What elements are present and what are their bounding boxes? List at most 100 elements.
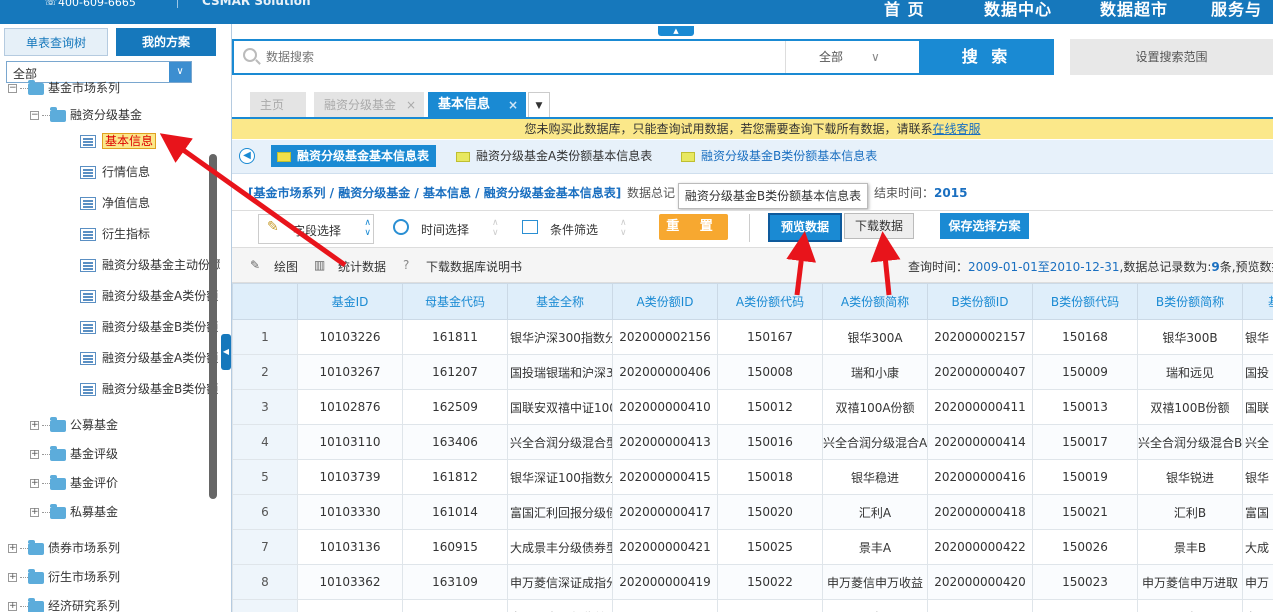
expand-icon[interactable]: + bbox=[8, 573, 17, 582]
column-header[interactable]: 基金ID bbox=[297, 283, 403, 320]
online-support-link[interactable]: 在线客服 bbox=[933, 122, 981, 136]
expand-icon[interactable]: + bbox=[8, 602, 17, 611]
collapse-header-toggle[interactable]: ▲ bbox=[658, 26, 694, 36]
tab-list-dropdown[interactable]: ▼ bbox=[528, 92, 550, 118]
subtab-b-share-table[interactable]: 融资分级基金B类份额基本信息表 bbox=[675, 145, 895, 167]
search-input[interactable] bbox=[266, 41, 776, 73]
search-scope-dropdown[interactable]: 全部 ∨ bbox=[785, 41, 919, 73]
table-row[interactable]: 2 10103267 161207 国投瑞银瑞和沪深3 202000000406 1500… bbox=[232, 354, 1273, 390]
statistics-button[interactable]: 统计数据 bbox=[338, 258, 386, 275]
folder-icon bbox=[50, 474, 66, 490]
expand-icon[interactable]: + bbox=[8, 544, 17, 553]
column-header[interactable]: A类份额代码 bbox=[717, 283, 823, 320]
folder-icon bbox=[28, 597, 44, 612]
tree-node-fund-evaluation[interactable]: + 基金评价 bbox=[30, 473, 210, 493]
tree-node-economic-research[interactable]: + 经济研究系列 bbox=[8, 596, 208, 612]
stepper-icon[interactable]: ∧ ∨ bbox=[620, 218, 627, 238]
column-header[interactable]: B类份额代码 bbox=[1032, 283, 1138, 320]
tree-leaf-b-share-1[interactable]: 融资分级基金B类份额 bbox=[80, 317, 220, 337]
table-row[interactable]: 910103400161015富国天丰强化收益20200000042315002… bbox=[232, 599, 1273, 612]
tree-node-private-fund[interactable]: + 私募基金 bbox=[30, 502, 210, 522]
tree-leaf-derived-indicators[interactable]: 衍生指标 bbox=[80, 224, 208, 244]
download-manual-button[interactable]: 下载数据库说明书 bbox=[426, 258, 522, 275]
table-row[interactable]: 7 10103136 160915 大成景丰分级债券型 202000000421 1500… bbox=[232, 529, 1273, 565]
breadcrumb[interactable]: [基金市场系列 / 融资分级基金 / 基本信息 / 融资分级基金基本信息表] bbox=[248, 184, 621, 201]
table-row[interactable]: 1 10103226 161811 银华沪深300指数分 202000002156 150… bbox=[232, 319, 1273, 355]
toolbar bbox=[232, 210, 1273, 246]
time-select-button[interactable]: 时间选择 bbox=[421, 221, 469, 238]
tree-node-public-fund[interactable]: + 公募基金 bbox=[30, 415, 210, 435]
table-row[interactable]: 4 10103110 163406 兴全合润分级混合型 202000000413 1500… bbox=[232, 424, 1273, 460]
expand-icon[interactable]: + bbox=[30, 479, 39, 488]
table-cell: 天丰B bbox=[1137, 599, 1243, 612]
tree-leaf-a-share-1[interactable]: 融资分级基金A类份额 bbox=[80, 286, 220, 306]
column-header[interactable]: A类份额简称 bbox=[822, 283, 928, 320]
back-arrow-icon[interactable]: ◀ bbox=[239, 148, 255, 164]
table-cell: 163109 bbox=[402, 564, 508, 600]
tree-node-fund-rating[interactable]: + 基金评级 bbox=[30, 444, 210, 464]
divider bbox=[177, 0, 178, 8]
tree-node-fund-market[interactable]: − 基金市场系列 bbox=[8, 78, 208, 98]
column-header[interactable]: 母基金代码 bbox=[402, 283, 508, 320]
clock-icon bbox=[393, 219, 409, 235]
table-cell: 银华深证100指数分 bbox=[507, 459, 613, 495]
nav-data-center[interactable]: 数据中心 bbox=[984, 0, 1052, 20]
table-cell: 国联 bbox=[1242, 389, 1273, 425]
tree-leaf-basic-info[interactable]: 基本信息 bbox=[80, 131, 208, 151]
column-header[interactable]: A类份额ID bbox=[612, 283, 718, 320]
expand-icon[interactable]: + bbox=[30, 421, 39, 430]
column-header[interactable]: 基金全称 bbox=[507, 283, 613, 320]
tree-node-bond-market[interactable]: + 债券市场系列 bbox=[8, 538, 208, 558]
close-icon[interactable]: × bbox=[406, 92, 416, 118]
column-header[interactable]: 基金 bbox=[1242, 283, 1273, 320]
column-header[interactable]: B类份额ID bbox=[927, 283, 1033, 320]
draw-button[interactable]: 绘图 bbox=[274, 258, 298, 275]
save-plan-button[interactable]: 保存选择方案 bbox=[940, 213, 1029, 239]
preview-data-button[interactable]: 预览数据 bbox=[768, 213, 842, 242]
expand-icon[interactable]: + bbox=[30, 450, 39, 459]
tooltip: 融资分级基金B类份额基本信息表 bbox=[678, 183, 868, 209]
stepper-icon[interactable]: ∧ ∨ bbox=[364, 218, 371, 238]
tree-leaf-active-share[interactable]: 融资分级基金主动份额 bbox=[80, 255, 220, 275]
field-select-control[interactable]: ✎ 字段选择 ∧ ∨ bbox=[258, 214, 374, 244]
close-icon[interactable]: × bbox=[508, 92, 518, 118]
table-cell: 202000002156 bbox=[612, 319, 718, 355]
table-cell: 161811 bbox=[402, 319, 508, 355]
search-button[interactable]: 搜 索 bbox=[919, 39, 1054, 75]
subtab-a-share-table[interactable]: 融资分级基金A类份额基本信息表 bbox=[450, 145, 670, 167]
table-header-row: 基金ID 母基金代码 基金全称 A类份额ID A类份额代码 A类份额简称 B类份额ID B类份… bbox=[232, 283, 1273, 320]
tab-basic-info[interactable]: 基本信息 × bbox=[428, 92, 526, 118]
folder-icon bbox=[28, 568, 44, 584]
tree-node-derivatives-market[interactable]: + 衍生市场系列 bbox=[8, 567, 208, 587]
download-data-button[interactable]: 下载数据 bbox=[844, 213, 914, 239]
search-scope-value: 全部 bbox=[819, 50, 844, 64]
column-header[interactable]: B类份额简称 bbox=[1137, 283, 1243, 320]
table-row[interactable]: 8 10103362 163109 申万菱信深证成指分 202000000419 1500… bbox=[232, 564, 1273, 600]
subtab-basic-info-table[interactable]: 融资分级基金基本信息表 bbox=[271, 145, 436, 167]
sidebar-scrollbar[interactable] bbox=[209, 154, 217, 499]
collapse-icon[interactable]: − bbox=[30, 111, 39, 120]
tree-node-graded-fund[interactable]: − 融资分级基金 bbox=[30, 105, 220, 125]
reset-button[interactable]: 重 置 bbox=[659, 214, 728, 240]
tree-leaf-b-share-2[interactable]: 融资分级基金B类份额 bbox=[80, 379, 220, 399]
tab-home[interactable]: 主页 bbox=[250, 92, 306, 118]
nav-data-market[interactable]: 数据超市 bbox=[1100, 0, 1168, 20]
table-row[interactable]: 6 10103330 161014 富国汇利回报分级债 202000000417 1500… bbox=[232, 494, 1273, 530]
tree-leaf-a-share-2[interactable]: 融资分级基金A类份额 bbox=[80, 348, 220, 368]
nav-services[interactable]: 服务与支 bbox=[1211, 0, 1273, 44]
tab-single-table-tree[interactable]: 单表查询树 bbox=[4, 28, 108, 56]
expand-icon[interactable]: + bbox=[30, 508, 39, 517]
table-row[interactable]: 5 10103739 161812 银华深证100指数分 202000000415 150… bbox=[232, 459, 1273, 495]
set-search-scope-button[interactable]: 设置搜索范围 bbox=[1070, 39, 1273, 75]
condition-filter-button[interactable]: 条件筛选 bbox=[550, 221, 598, 238]
tab-my-plans[interactable]: 我的方案 bbox=[116, 28, 216, 56]
stepper-icon[interactable]: ∧ ∨ bbox=[492, 218, 499, 238]
sidebar-collapse-toggle[interactable]: ◀ bbox=[221, 334, 231, 370]
nav-home[interactable]: 首 页 bbox=[884, 0, 925, 20]
collapse-icon[interactable]: − bbox=[8, 84, 17, 93]
tree-leaf-nav-info[interactable]: 净值信息 bbox=[80, 193, 208, 213]
column-header[interactable] bbox=[232, 283, 298, 320]
tree-leaf-market-info[interactable]: 行情信息 bbox=[80, 162, 208, 182]
table-row[interactable]: 3 10102876 162509 国联安双禧中证100 202000000410 150… bbox=[232, 389, 1273, 425]
tab-graded-fund[interactable]: 融资分级基金 × bbox=[314, 92, 424, 118]
